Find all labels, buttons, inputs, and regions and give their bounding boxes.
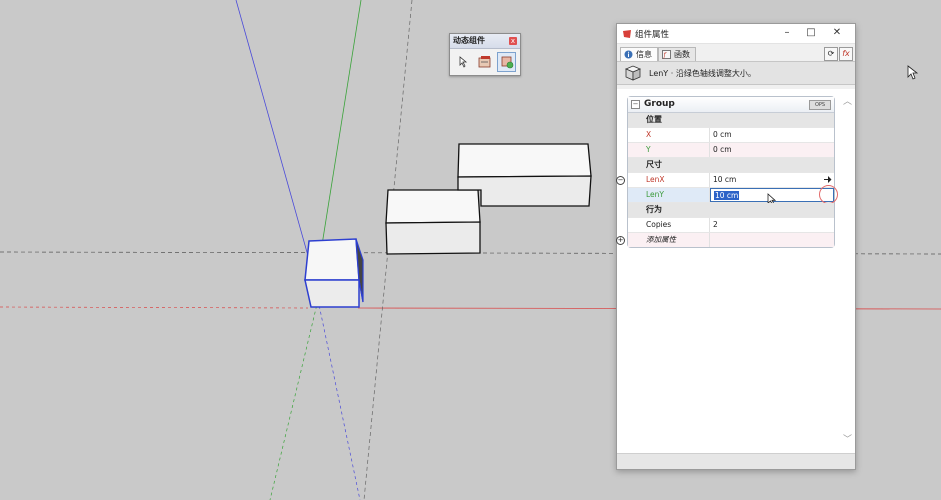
attr-key: LenY (642, 188, 710, 202)
attr-value-empty (710, 233, 834, 247)
component-options-icon (478, 56, 491, 68)
attr-row-y[interactable]: Y 0 cm (628, 143, 834, 158)
formula-toggle-button[interactable]: fx (839, 47, 853, 61)
blue-axis-dashed (317, 299, 361, 500)
window-footer (617, 453, 855, 469)
mouse-cursor-icon (907, 65, 919, 80)
interact-tool-icon (459, 56, 468, 68)
section-label: 行为 (646, 205, 662, 214)
attr-key: LenX (642, 173, 710, 187)
maximize-button[interactable]: □ (804, 27, 818, 39)
tab-functions[interactable]: f 函数 (658, 47, 696, 62)
minimize-button[interactable]: – (780, 27, 794, 39)
box-copy-1[interactable] (385, 189, 481, 255)
component-attributes-window: 组件属性 – □ ✕ 信息 f 函数 ⟳ fx LenY · 沿绿色轴线调整大小… (616, 23, 856, 470)
formula-minus-icon[interactable]: − (616, 176, 625, 185)
click-indicator (819, 185, 838, 204)
info-icon (624, 50, 633, 59)
toolbar-close-button[interactable]: x (509, 37, 517, 45)
green-axis (321, 0, 362, 246)
component-attributes-icon (501, 56, 513, 69)
attr-value[interactable]: 2 (710, 218, 834, 232)
component-attributes-button[interactable] (497, 52, 517, 72)
section-label: 位置 (646, 115, 662, 124)
leny-value-input[interactable]: 10 cm (710, 185, 838, 205)
attr-row-x[interactable]: X 0 cm (628, 128, 834, 143)
add-attribute-row[interactable]: + 添加属性 (616, 233, 834, 247)
tab-functions-label: 函数 (674, 50, 690, 59)
component-options-button[interactable] (476, 52, 495, 72)
attr-value[interactable]: 0 cm (710, 128, 834, 142)
section-label: 尺寸 (646, 160, 662, 169)
sketchup-app-icon (623, 30, 631, 38)
window-title: 组件属性 (635, 30, 670, 40)
group-header[interactable]: − Group OPS (628, 97, 834, 113)
section-position: 位置 (628, 113, 834, 128)
attr-value[interactable]: 10 cm (710, 173, 834, 187)
green-axis-dashed (269, 299, 319, 500)
window-title-bar[interactable]: 组件属性 – □ ✕ (617, 24, 855, 44)
selected-text: 10 cm (714, 191, 740, 200)
edit-attribute-icon[interactable] (823, 175, 832, 184)
attr-row-lenx[interactable]: − LenX 10 cm (616, 173, 834, 188)
attribute-description: LenY · 沿绿色轴线调整大小。 (649, 69, 756, 78)
refresh-button[interactable]: ⟳ (824, 47, 838, 61)
component-cube-icon (624, 65, 642, 81)
collapse-group-button[interactable]: − (631, 100, 640, 109)
tab-info[interactable]: 信息 (620, 47, 658, 62)
attr-key: X (642, 128, 710, 142)
attributes-grid: − Group OPS 位置 X 0 cm Y 0 cm 尺寸 − LenX 1 (616, 96, 838, 248)
scroll-down-arrow-icon[interactable]: ﹀ (843, 432, 852, 445)
attr-row-copies[interactable]: Copies 2 (628, 218, 834, 233)
group-badge: OPS (809, 100, 831, 110)
close-button[interactable]: ✕ (830, 27, 844, 39)
selected-cube[interactable] (304, 238, 364, 308)
add-attribute-icon[interactable]: + (616, 236, 625, 245)
red-axis-dashed (0, 306, 309, 309)
function-icon: f (662, 50, 671, 59)
group-name: Group (644, 99, 675, 109)
attr-key: Copies (642, 218, 710, 232)
scroll-up-arrow-icon[interactable]: ︿ (843, 94, 852, 107)
dynamic-components-toolbar: 动态组件 x (449, 33, 521, 76)
attr-value[interactable]: 0 cm (710, 143, 834, 157)
section-size: 尺寸 (628, 158, 834, 173)
interact-tool-button[interactable] (454, 52, 473, 72)
section-behavior: 行为 (628, 203, 834, 218)
tab-bar: 信息 f 函数 ⟳ fx (617, 44, 855, 62)
attr-row-leny[interactable]: LenY 10 cm (628, 185, 838, 205)
tab-info-label: 信息 (636, 50, 652, 59)
add-attribute-label[interactable]: 添加属性 (642, 233, 710, 247)
component-description-bar: LenY · 沿绿色轴线调整大小。 (617, 61, 855, 85)
blue-axis (235, 0, 313, 271)
attr-key: Y (642, 143, 710, 157)
attributes-panel[interactable]: − Group OPS 位置 X 0 cm Y 0 cm 尺寸 − LenX 1 (616, 89, 855, 453)
